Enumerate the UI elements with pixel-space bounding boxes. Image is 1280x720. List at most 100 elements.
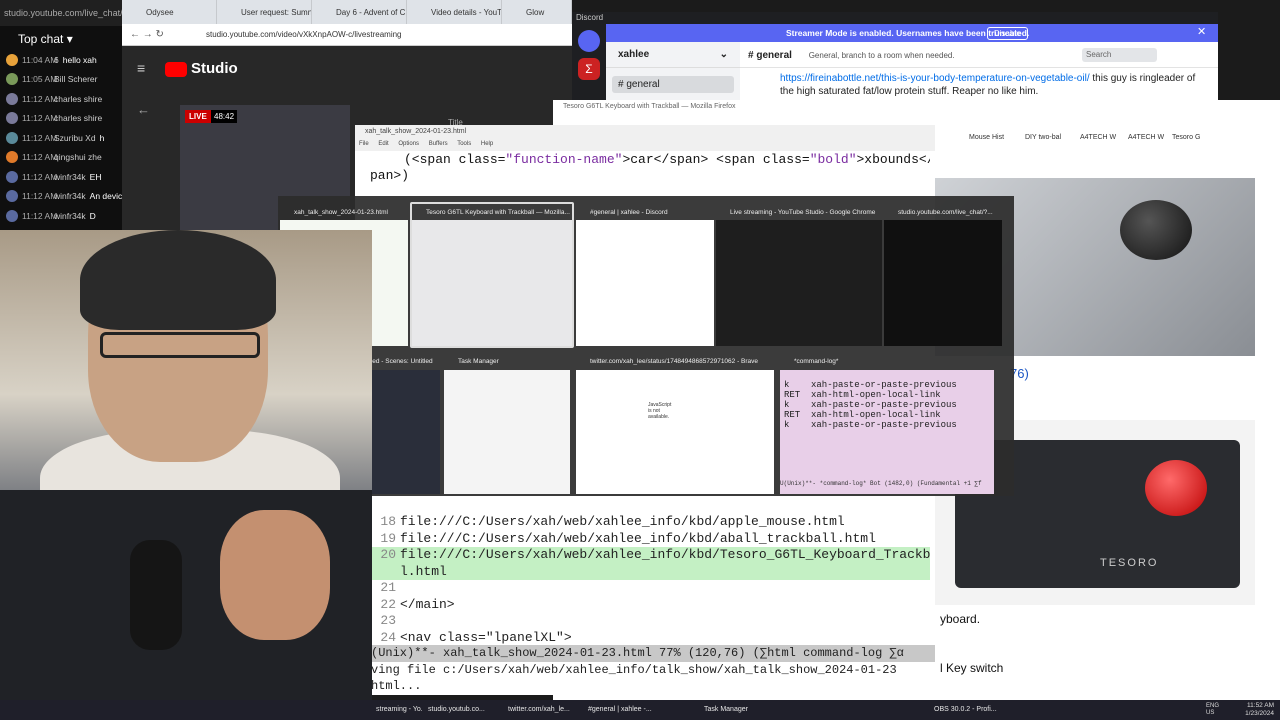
back-arrow-icon[interactable]: ← → ↻ bbox=[130, 29, 164, 40]
menu-tools[interactable]: Tools bbox=[457, 141, 471, 147]
switcher-card-title[interactable]: #general | xahlee - Discord bbox=[576, 205, 714, 221]
switcher-card-title[interactable]: xah_talk_show_2024-01-23.html bbox=[280, 205, 408, 221]
system-clock[interactable]: 11:52 AM 1/23/2024 bbox=[1245, 702, 1274, 718]
switcher-card-title[interactable]: *command-log* bbox=[780, 354, 994, 370]
live-chat-window: studio.youtube.com/live_chat/ Top chat ▾… bbox=[0, 0, 130, 240]
chat-timestamp: 11:12 AM bbox=[22, 132, 58, 143]
chat-text: D bbox=[89, 210, 96, 221]
switcher-card-thumbnail[interactable] bbox=[576, 220, 714, 346]
server-name-header[interactable]: xahlee ⌄ bbox=[606, 42, 740, 68]
avatar[interactable] bbox=[6, 112, 18, 125]
chat-author[interactable]: Bill Scherer bbox=[54, 74, 97, 84]
taskbar-item[interactable]: twitter.com/xah_le... bbox=[504, 700, 578, 720]
avatar[interactable] bbox=[6, 209, 18, 222]
top-chat-label: Top chat bbox=[18, 32, 64, 46]
message-link[interactable]: https://fireinabottle.net/this-is-your-b… bbox=[780, 73, 1090, 84]
switcher-card-thumbnail[interactable] bbox=[716, 220, 882, 346]
menu-buffers[interactable]: Buffers bbox=[429, 141, 448, 147]
menu-help[interactable]: Help bbox=[481, 141, 493, 147]
clock-date: 1/23/2024 bbox=[1245, 710, 1274, 717]
chat-author[interactable]: qingshui zhe bbox=[54, 152, 102, 162]
browser-tab[interactable]: User request: Sumn bbox=[217, 0, 312, 24]
chat-author[interactable]: Szuribu Xd bbox=[54, 133, 96, 143]
browser-tab[interactable]: Video details - YouT bbox=[407, 0, 502, 24]
taskbar-item[interactable]: #general | xahlee -... bbox=[584, 700, 660, 720]
top-chat-dropdown[interactable]: Top chat ▾ bbox=[0, 26, 130, 50]
switcher-card-thumbnail[interactable] bbox=[576, 370, 774, 494]
line-text: </main> bbox=[400, 596, 455, 612]
sidebar-channel-general[interactable]: # general bbox=[612, 76, 734, 93]
switcher-card-title[interactable]: twitter.com/xah_lee/status/1748494868572… bbox=[576, 354, 774, 370]
switcher-card-title[interactable]: studio.youtube.com/live_chat/?... bbox=[884, 205, 1002, 221]
code-line: 20 file:///C:/Users/xah/web/xahlee_info/k… bbox=[370, 547, 930, 564]
chat-author[interactable]: winfr34k bbox=[54, 211, 86, 221]
discord-home-icon[interactable] bbox=[578, 30, 600, 52]
chat-timestamp: 11:12 AM bbox=[22, 191, 58, 202]
avatar[interactable] bbox=[6, 170, 18, 183]
taskbar-item[interactable]: streaming - Yo... bbox=[372, 700, 422, 720]
menu-file[interactable]: File bbox=[359, 141, 369, 147]
avatar[interactable] bbox=[6, 190, 18, 203]
chat-text: hello xah bbox=[62, 54, 97, 65]
switcher-card-title[interactable]: Live streaming - YouTube Studio - Google… bbox=[716, 205, 882, 221]
chat-author[interactable]: winfr34k bbox=[54, 191, 86, 201]
chat-author[interactable]: 6 bbox=[54, 55, 59, 65]
chat-text: EH bbox=[89, 171, 102, 182]
avatar[interactable] bbox=[6, 53, 18, 66]
twitter-js-message: JavaScript is not available. bbox=[648, 402, 672, 420]
taskbar-item[interactable]: OBS 30.0.2 - Profi... bbox=[930, 700, 1000, 720]
chevron-down-icon: ▾ bbox=[66, 32, 73, 46]
chat-timestamp: 11:12 AM bbox=[22, 93, 58, 104]
code-top[interactable]: (<span class="function-name">car</span> … bbox=[370, 152, 930, 184]
firefox-tab[interactable]: Mouse Hist bbox=[935, 130, 1025, 150]
back-arrow-icon[interactable]: ← bbox=[137, 102, 150, 117]
line-text: l.html bbox=[400, 563, 447, 579]
command-log-line: k xah-paste-or-paste-previous bbox=[784, 380, 957, 390]
menu-options[interactable]: Options bbox=[398, 141, 419, 147]
command-log-line: k xah-paste-or-paste-previous bbox=[784, 400, 957, 410]
firefox-title: Tesoro G6TL Keyboard with Trackball — Mo… bbox=[563, 103, 736, 110]
switcher-card-thumbnail[interactable] bbox=[444, 370, 570, 494]
firefox-tab[interactable]: DIY two-bal bbox=[1025, 130, 1080, 150]
server-icon[interactable]: Σ bbox=[578, 58, 600, 80]
discord-title: Discord bbox=[572, 12, 1218, 24]
switcher-card-thumbnail[interactable] bbox=[884, 220, 1002, 346]
line-number: 24 bbox=[380, 629, 396, 645]
chat-author[interactable]: charles shire bbox=[54, 113, 102, 123]
browser-tab[interactable]: Glow bbox=[502, 0, 572, 24]
firefox-tab-active[interactable]: Tesoro G bbox=[1172, 130, 1212, 150]
browser-tab[interactable]: Odysee bbox=[122, 0, 217, 24]
youtube-studio-logo[interactable]: Studio bbox=[165, 60, 238, 77]
hamburger-menu-icon[interactable]: ≡ bbox=[137, 60, 145, 76]
avatar[interactable] bbox=[6, 92, 18, 105]
live-badge: LIVE bbox=[185, 110, 211, 123]
chat-message: 11:12 AM charles shire bbox=[0, 89, 130, 109]
chat-url-bar[interactable]: studio.youtube.com/live_chat/ bbox=[0, 0, 130, 26]
browser-tab[interactable]: Day 6 - Advent of C bbox=[312, 0, 407, 24]
firefox-tab[interactable]: A4TECH W bbox=[1128, 130, 1172, 150]
minibuffer-line: ving file c:/Users/xah/web/xahlee_info/t… bbox=[371, 663, 897, 677]
line-text: file:///C:/Users/xah/web/xahlee_info/kbd… bbox=[400, 530, 876, 546]
chat-author[interactable]: winfr34k bbox=[54, 172, 86, 182]
code-text: >car</span> <span class= bbox=[622, 152, 810, 167]
command-log-line: k xah-paste-or-paste-previous bbox=[784, 420, 957, 430]
streamer-mode-banner: Streamer Mode is enabled. Usernames have… bbox=[606, 24, 1218, 42]
taskbar-item[interactable]: Task Manager bbox=[700, 700, 760, 720]
disable-streamer-mode-button[interactable]: Disable bbox=[987, 27, 1028, 40]
switcher-card-title[interactable]: Task Manager bbox=[444, 354, 570, 370]
code-editor[interactable]: 18 file:///C:/Users/xah/web/xahlee_info/k… bbox=[370, 514, 930, 646]
address-bar[interactable]: studio.youtube.com/video/vXkXnpAOW-c/liv… bbox=[122, 24, 572, 46]
chat-author[interactable]: charles shire bbox=[54, 94, 102, 104]
close-icon[interactable]: ✕ bbox=[1197, 25, 1206, 38]
avatar[interactable] bbox=[6, 131, 18, 144]
line-number: 18 bbox=[380, 514, 396, 529]
taskbar-item[interactable]: studio.youtub.co... bbox=[424, 700, 496, 720]
language-indicator[interactable]: ENG US bbox=[1206, 703, 1228, 717]
emacs-title: xah_talk_show_2024-01-23.html bbox=[355, 125, 935, 141]
avatar[interactable] bbox=[6, 151, 18, 164]
studio-label: Studio bbox=[191, 60, 238, 77]
firefox-tab[interactable]: A4TECH W bbox=[1080, 130, 1128, 150]
avatar[interactable] bbox=[6, 73, 18, 86]
menu-edit[interactable]: Edit bbox=[378, 141, 388, 147]
search-input[interactable]: Search bbox=[1082, 48, 1157, 62]
